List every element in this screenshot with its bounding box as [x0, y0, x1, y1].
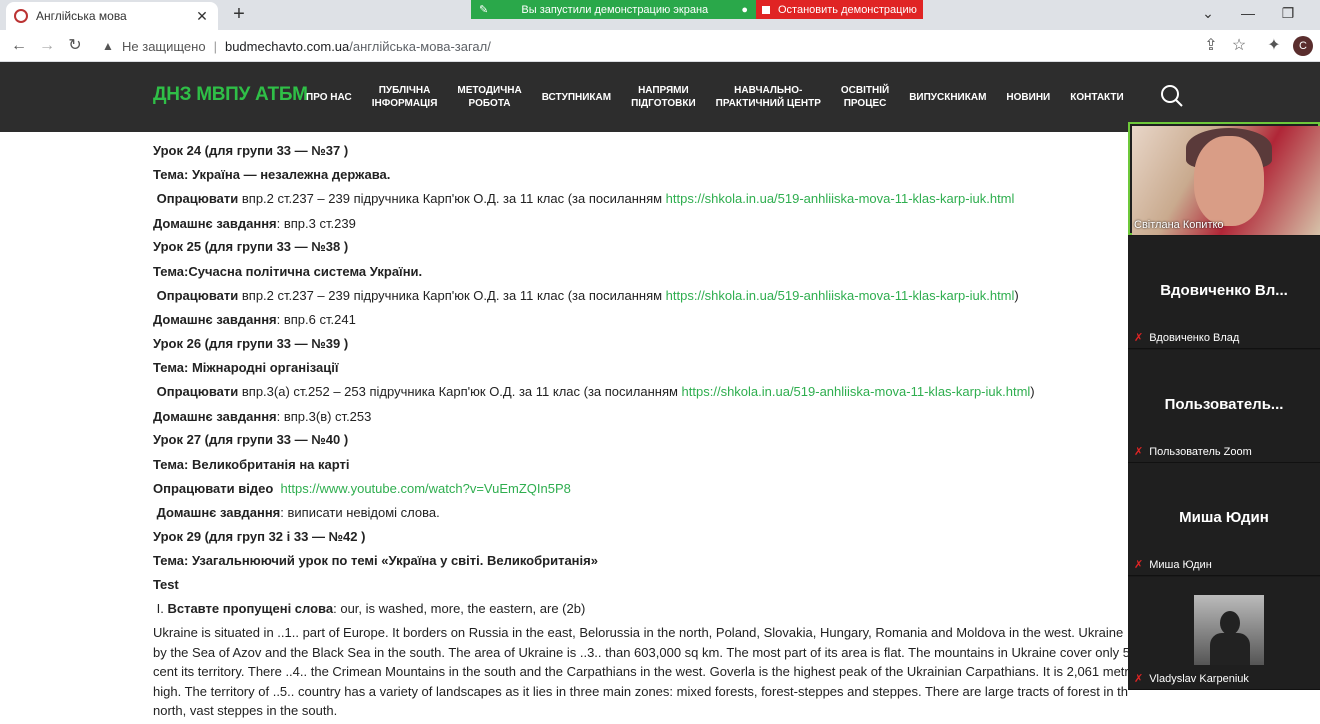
close-tab-icon[interactable]: ✕ [194, 8, 210, 25]
nav-item-directions[interactable]: НАПРЯМИ ПІДГОТОВКИ [621, 84, 706, 110]
participant-tile[interactable]: ✗ Vladyslav Karpeniuk [1128, 577, 1320, 690]
site-logo[interactable]: ДНЗ МВПУ АТБМ [153, 84, 308, 106]
participant-tile-speaker[interactable]: Світлана Копитко [1128, 122, 1320, 235]
lesson-24-task: Опрацювати впр.2 ст.237 – 239 підручника… [156, 191, 1015, 206]
participant-name-label: ✗ Пользователь Zoom [1134, 445, 1252, 459]
lesson-27-task: Опрацювати відео https://www.youtube.com… [153, 481, 571, 496]
not-secure-label: Не защищено [122, 38, 206, 54]
zoom-participants-panel: Світлана Копитко Вдовиченко Вл... ✗ Вдови… [1128, 122, 1320, 690]
nav-item-graduates[interactable]: ВИПУСКНИКАМ [899, 91, 996, 104]
back-arrow-icon[interactable]: ← [8, 35, 30, 57]
screen-share-banner: ✎ Вы запустили демонстрацию экрана ● Ост… [471, 0, 923, 19]
nav-item-education[interactable]: ОСВІТНІЙ ПРОЦЕС [831, 84, 899, 110]
shield-check-icon: ● [741, 3, 748, 16]
mic-muted-icon: ✗ [1134, 673, 1144, 685]
textbook-link[interactable]: https://shkola.in.ua/519-anhliiska-mova-… [666, 191, 1015, 206]
lesson-26-task: Опрацювати впр.3(а) ст.252 – 253 підручн… [156, 384, 1035, 399]
tab-search-chevron-icon[interactable]: ⌄ [1198, 5, 1218, 22]
extensions-puzzle-icon[interactable]: ✦ [1263, 35, 1285, 57]
avatar-head [1220, 611, 1240, 635]
tab-title: Англійська мова [36, 9, 127, 23]
site-nav: ПРО НАС ПУБЛІЧНА ІНФОРМАЦІЯ МЕТОДИЧНА РО… [296, 76, 1134, 118]
browser-tab[interactable]: Англійська мова ✕ [6, 2, 218, 30]
speaker-name: Світлана Копитко [1134, 219, 1224, 231]
lesson-27-heading: Урок 27 (для групи 33 — №40 ) [153, 432, 349, 447]
address-separator: | [213, 38, 217, 54]
lesson-29-heading: Урок 29 (для груп 32 і 33 — №42 ) [153, 529, 366, 544]
mic-muted-icon: ✗ [1134, 446, 1144, 458]
lesson-24-homework: Домашнє завдання: впр.3 ст.239 [153, 216, 356, 231]
mic-muted-icon: ✗ [1134, 559, 1144, 571]
participant-tile[interactable]: Вдовиченко Вл... ✗ Вдовиченко Влад [1128, 236, 1320, 349]
stop-share-label: Остановить демонстрацию [778, 3, 917, 16]
test-paragraph: Ukraine is situated in ..1.. part of Eur… [153, 625, 1128, 718]
lesson-29-topic: Тема: Узагальнюючий урок по темі «Україн… [153, 553, 598, 568]
maximize-button[interactable]: ❐ [1278, 5, 1298, 22]
nav-item-methodical[interactable]: МЕТОДИЧНА РОБОТА [447, 84, 531, 110]
browser-toolbar: ← → ↻ ▲ Не защищено | budmechavto.com.ua… [0, 30, 1320, 62]
lesson-25-heading: Урок 25 (для групи 33 — №38 ) [153, 239, 349, 254]
lesson-25-task: Опрацювати впр.2 ст.237 – 239 підручника… [156, 288, 1019, 303]
stop-share-button[interactable]: Остановить демонстрацию [756, 0, 923, 19]
warning-triangle-icon: ▲ [102, 39, 114, 53]
profile-avatar[interactable]: C [1293, 36, 1313, 56]
mic-muted-icon: ✗ [1134, 332, 1144, 344]
test-task-1: I. Вставте пропущені слова: our, is wash… [156, 601, 586, 616]
youtube-link[interactable]: https://www.youtube.com/watch?v=VuEmZQIn… [281, 481, 571, 496]
participant-display-name: Вдовиченко Вл... [1160, 282, 1288, 299]
reload-icon[interactable]: ↻ [64, 35, 86, 57]
nav-item-training-center[interactable]: НАВЧАЛЬНО- ПРАКТИЧНИЙ ЦЕНТР [706, 84, 831, 110]
lesson-24-heading: Урок 24 (для групи 33 — №37 ) [153, 143, 349, 158]
test-heading: Test [153, 577, 179, 592]
share-running-label: Вы запустили демонстрацию экрана [521, 3, 709, 16]
participant-tile[interactable]: Пользователь... ✗ Пользователь Zoom [1128, 350, 1320, 463]
avatar-body [1210, 633, 1250, 665]
address-path: /англійська-мова-загал/ [349, 38, 491, 54]
participant-display-name: Пользователь... [1164, 396, 1284, 413]
share-pencil-icon: ✎ [479, 4, 489, 16]
minimize-button[interactable]: — [1238, 5, 1258, 21]
search-icon[interactable] [1160, 84, 1184, 108]
nav-item-about[interactable]: ПРО НАС [296, 91, 362, 104]
site-header: ДНЗ МВПУ АТБМ ПРО НАС ПУБЛІЧНА ІНФОРМАЦІ… [0, 62, 1320, 132]
lesson-24-topic: Тема: Україна — незалежна держава. [153, 167, 391, 182]
speaker-face [1194, 136, 1264, 226]
bookmark-star-icon[interactable]: ☆ [1228, 35, 1250, 57]
participant-avatar [1194, 595, 1264, 665]
participant-name-label: ✗ Vladyslav Karpeniuk [1134, 672, 1249, 686]
participant-display-name: Миша Юдин [1179, 509, 1269, 526]
share-running-indicator: ✎ Вы запустили демонстрацию экрана ● [471, 0, 756, 19]
participant-name-label: ✗ Миша Юдин [1134, 558, 1212, 572]
lesson-26-homework: Домашнє завдання: впр.3(в) ст.253 [153, 409, 372, 424]
stop-square-icon [762, 5, 770, 14]
share-page-icon[interactable]: ⇪ [1200, 35, 1222, 57]
browser-tabbar: Англійська мова ✕ + ✎ Вы запустили демон… [0, 0, 1320, 30]
nav-item-contacts[interactable]: КОНТАКТИ [1060, 91, 1133, 104]
address-bar[interactable]: ▲ Не защищено | budmechavto.com.ua /англ… [96, 33, 1256, 59]
lesson-27-topic: Тема: Великобританія на карті [153, 457, 350, 472]
nav-item-news[interactable]: НОВИНИ [996, 91, 1060, 104]
lesson-27-homework: Домашнє завдання: виписати невідомі слов… [156, 505, 440, 520]
forward-arrow-icon[interactable]: → [36, 35, 58, 57]
textbook-link[interactable]: https://shkola.in.ua/519-anhliiska-mova-… [666, 288, 1015, 303]
page-content: Урок 24 (для групи 33 — №37 ) Тема: Укра… [153, 132, 1128, 724]
participant-tile[interactable]: Миша Юдин ✗ Миша Юдин [1128, 463, 1320, 576]
lesson-25-homework: Домашнє завдання: впр.6 ст.241 [153, 312, 356, 327]
address-host: budmechavto.com.ua [224, 38, 350, 54]
textbook-link[interactable]: https://shkola.in.ua/519-anhliiska-mova-… [682, 384, 1031, 399]
lesson-25-topic: Тема:Сучасна політична система України. [153, 264, 423, 279]
nav-item-applicants[interactable]: ВСТУПНИКАМ [532, 91, 621, 104]
lesson-26-topic: Тема: Міжнародні організації [153, 360, 339, 375]
lesson-26-heading: Урок 26 (для групи 33 — №39 ) [153, 336, 349, 351]
new-tab-button[interactable]: + [228, 4, 250, 26]
screen: Англійська мова ✕ + ✎ Вы запустили демон… [0, 0, 1320, 724]
nav-item-public-info[interactable]: ПУБЛІЧНА ІНФОРМАЦІЯ [362, 84, 448, 110]
site-favicon-icon [14, 9, 28, 23]
participant-name-label: ✗ Вдовиченко Влад [1134, 331, 1240, 345]
